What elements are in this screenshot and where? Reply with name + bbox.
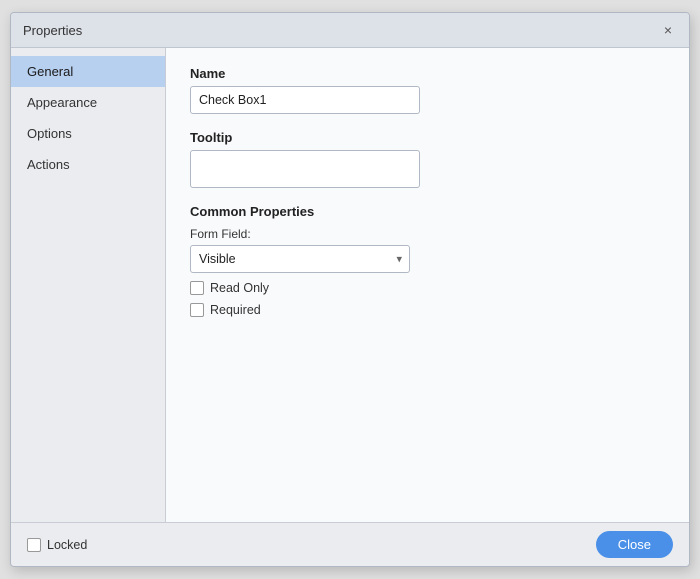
sidebar-item-general[interactable]: General [11, 56, 165, 87]
main-content: Name Tooltip Common Properties Form Fiel… [166, 48, 689, 522]
form-field-label: Form Field: [190, 227, 665, 241]
locked-row: Locked [27, 538, 87, 552]
sidebar: General Appearance Options Actions [11, 48, 166, 522]
form-field-group: Form Field: Visible Hidden No Print Requ… [190, 227, 665, 273]
read-only-label: Read Only [210, 281, 269, 295]
locked-checkbox[interactable] [27, 538, 41, 552]
name-field-group: Name [190, 66, 665, 114]
read-only-row: Read Only [190, 281, 665, 295]
dialog-title: Properties [23, 23, 82, 38]
required-label: Required [210, 303, 261, 317]
common-properties-title: Common Properties [190, 204, 665, 219]
name-input[interactable] [190, 86, 420, 114]
dialog-close-icon-button[interactable]: × [659, 21, 677, 39]
tooltip-label: Tooltip [190, 130, 665, 145]
form-field-select[interactable]: Visible Hidden No Print Required [190, 245, 410, 273]
dialog-titlebar: Properties × [11, 13, 689, 48]
read-only-checkbox[interactable] [190, 281, 204, 295]
tooltip-field-group: Tooltip [190, 130, 665, 188]
close-button[interactable]: Close [596, 531, 673, 558]
common-properties-group: Common Properties Form Field: Visible Hi… [190, 204, 665, 317]
required-checkbox[interactable] [190, 303, 204, 317]
locked-label: Locked [47, 538, 87, 552]
required-row: Required [190, 303, 665, 317]
sidebar-item-actions[interactable]: Actions [11, 149, 165, 180]
form-field-select-wrapper: Visible Hidden No Print Required ▾ [190, 245, 410, 273]
dialog-body: General Appearance Options Actions Name … [11, 48, 689, 522]
properties-dialog: Properties × General Appearance Options … [10, 12, 690, 567]
sidebar-item-options[interactable]: Options [11, 118, 165, 149]
tooltip-input[interactable] [190, 150, 420, 188]
name-label: Name [190, 66, 665, 81]
sidebar-item-appearance[interactable]: Appearance [11, 87, 165, 118]
dialog-footer: Locked Close [11, 522, 689, 566]
